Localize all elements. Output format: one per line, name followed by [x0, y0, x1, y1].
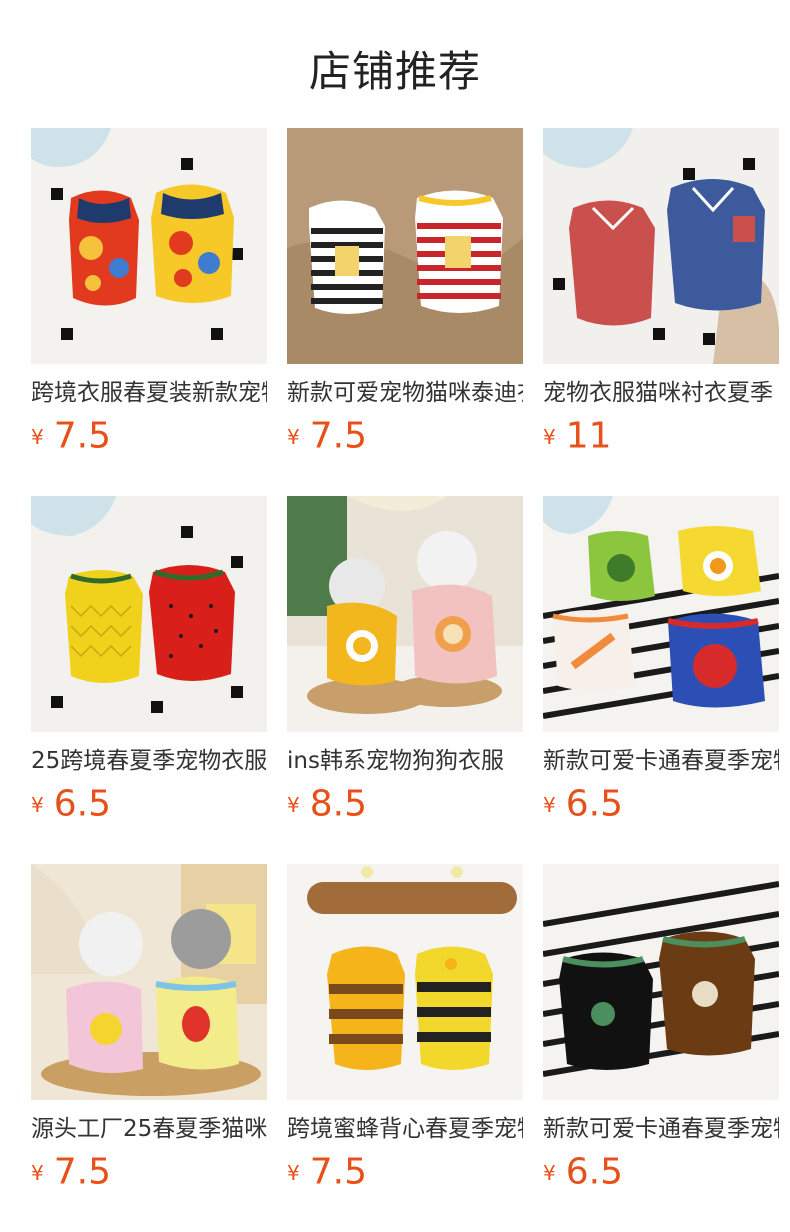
product-card[interactable]: 新款可爱宠物猫咪泰迪衣服 ¥7.5	[287, 128, 523, 496]
price-amount: 7.5	[309, 1151, 367, 1193]
product-image[interactable]	[31, 864, 267, 1100]
product-card[interactable]: 新款可爱卡通春夏季宠物 ¥6.5	[543, 496, 779, 864]
product-name: 跨境衣服春夏装新款宠物衣服	[31, 380, 267, 406]
product-image[interactable]	[287, 864, 523, 1100]
product-name: 新款可爱宠物猫咪泰迪衣服	[287, 380, 523, 406]
currency-symbol: ¥	[543, 1160, 556, 1185]
currency-symbol: ¥	[543, 792, 556, 817]
product-image[interactable]	[543, 864, 779, 1100]
price-amount: 7.5	[53, 1151, 111, 1193]
product-card[interactable]: 跨境蜜蜂背心春夏季宠物 ¥7.5	[287, 864, 523, 1232]
product-price: ¥6.5	[543, 784, 779, 824]
product-name: 25跨境春夏季宠物衣服	[31, 748, 267, 774]
product-price: ¥7.5	[31, 416, 267, 456]
product-price: ¥7.5	[287, 416, 523, 456]
product-image[interactable]	[287, 128, 523, 364]
product-card[interactable]: 跨境衣服春夏装新款宠物衣服 ¥7.5	[31, 128, 267, 496]
currency-symbol: ¥	[31, 424, 44, 449]
currency-symbol: ¥	[31, 792, 44, 817]
product-image[interactable]	[543, 128, 779, 364]
product-image[interactable]	[31, 128, 267, 364]
currency-symbol: ¥	[287, 424, 300, 449]
product-image[interactable]	[31, 496, 267, 732]
product-image[interactable]	[287, 496, 523, 732]
currency-symbol: ¥	[287, 792, 300, 817]
product-grid: 跨境衣服春夏装新款宠物衣服 ¥7.5	[31, 128, 781, 1232]
product-price: ¥7.5	[31, 1152, 267, 1192]
product-name: 新款可爱卡通春夏季宠物	[543, 748, 779, 774]
price-amount: 6.5	[565, 1151, 623, 1193]
product-card[interactable]: 新款可爱卡通春夏季宠物 ¥6.5	[543, 864, 779, 1232]
product-name: ins韩系宠物狗狗衣服	[287, 748, 504, 774]
product-card[interactable]: 宠物衣服猫咪衬衣夏季 ¥11	[543, 128, 779, 496]
product-price: ¥8.5	[287, 784, 523, 824]
product-name: 宠物衣服猫咪衬衣夏季	[543, 380, 773, 406]
product-name: 跨境蜜蜂背心春夏季宠物	[287, 1116, 523, 1142]
section-title: 店铺推荐	[308, 47, 481, 96]
price-amount: 6.5	[565, 783, 623, 825]
price-amount: 6.5	[53, 783, 111, 825]
product-card[interactable]: 25跨境春夏季宠物衣服 ¥6.5	[31, 496, 267, 864]
price-amount: 7.5	[53, 415, 111, 457]
product-price: ¥11	[543, 416, 779, 456]
product-card[interactable]: 源头工厂25春夏季猫咪 ¥7.5	[31, 864, 267, 1232]
product-price: ¥7.5	[287, 1152, 523, 1192]
product-name: 新款可爱卡通春夏季宠物	[543, 1116, 779, 1142]
currency-symbol: ¥	[543, 424, 556, 449]
product-name: 源头工厂25春夏季猫咪	[31, 1116, 267, 1142]
product-price: ¥6.5	[31, 784, 267, 824]
price-amount: 7.5	[309, 415, 367, 457]
currency-symbol: ¥	[31, 1160, 44, 1185]
price-amount: 8.5	[309, 783, 367, 825]
product-card[interactable]: ins韩系宠物狗狗衣服 ¥8.5	[287, 496, 523, 864]
price-amount: 11	[565, 415, 612, 457]
product-image[interactable]	[543, 496, 779, 732]
product-price: ¥6.5	[543, 1152, 779, 1192]
currency-symbol: ¥	[287, 1160, 300, 1185]
